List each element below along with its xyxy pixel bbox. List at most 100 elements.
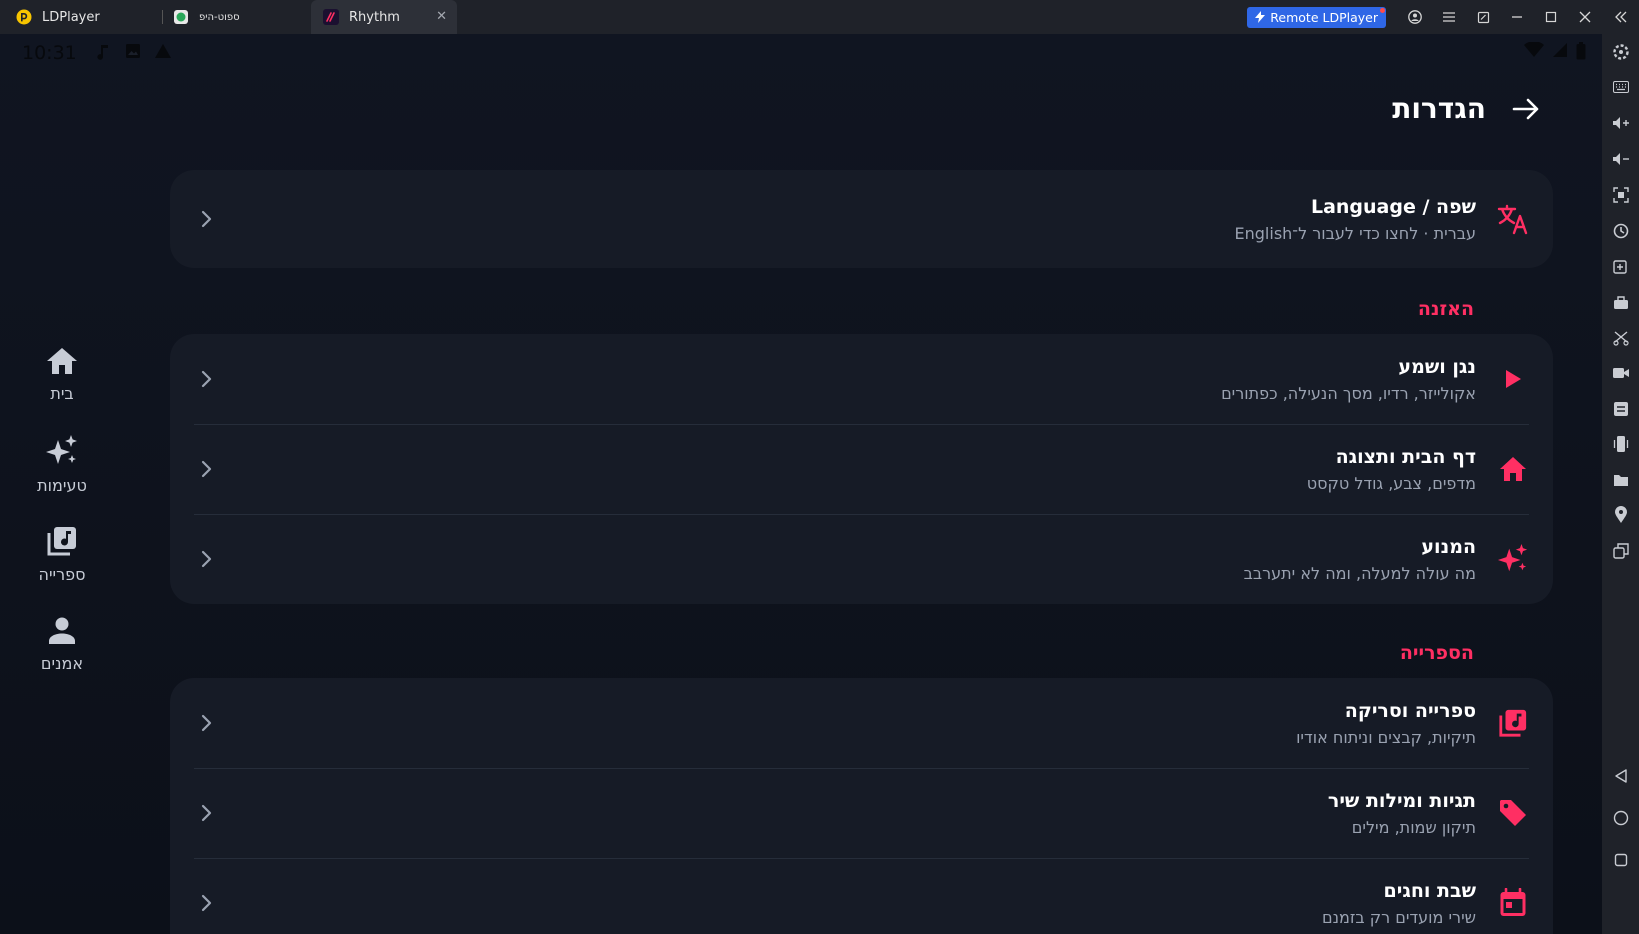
apk-icon[interactable] (1611, 292, 1631, 312)
settings-gear-icon[interactable] (1611, 42, 1631, 62)
language-text: שפה / Language עברית · לחצו כדי לעבור ל־… (1235, 196, 1476, 243)
person-icon (49, 617, 75, 644)
row-text: נגן ושמע אקולייזר, רדיו, מסך הנעילה, כפת… (1221, 356, 1476, 403)
android-screen: 10:31 הגדרות בית טעימות ספרייה אמנים שפה… (0, 34, 1602, 934)
settings-row-engine[interactable]: המנוע מה עולה למעלה, ומה לא יתערבב (170, 514, 1553, 604)
remote-ldplayer-button[interactable]: Remote LDPlayer (1247, 6, 1386, 28)
settings-row-tags-lyrics[interactable]: תגיות ומילות שיר תיקון שמות, מילים (170, 768, 1553, 858)
folder-icon[interactable] (1611, 470, 1631, 490)
nav-item-home[interactable]: בית (0, 329, 124, 419)
settings-row-library-scan[interactable]: ספרייה וסריקה תיקיות, קבצים וניתוח אודיו (170, 678, 1553, 768)
translate-icon (1497, 203, 1529, 235)
scissors-icon[interactable] (1611, 328, 1631, 348)
row-text: דף הבית ותצוגה מדפים, צבע, גודל טקסט (1307, 446, 1476, 493)
restore-window-icon[interactable] (1466, 0, 1500, 34)
chevron-icon (201, 894, 212, 912)
navigation-rail: בית טעימות ספרייה אמנים (0, 329, 124, 689)
lightning-icon (1255, 11, 1266, 23)
status-bar: 10:31 (0, 34, 1602, 72)
library-card: ספרייה וסריקה תיקיות, קבצים וניתוח אודיו… (170, 678, 1553, 934)
minimize-icon[interactable] (1500, 0, 1534, 34)
language-row[interactable]: שפה / Language עברית · לחצו כדי לעבור ל־… (170, 170, 1553, 268)
row-title: ספרייה וסריקה (1344, 700, 1476, 722)
android-home-icon[interactable] (1611, 808, 1631, 828)
shake-icon[interactable] (1611, 434, 1631, 454)
row-text: תגיות ומילות שיר תיקון שמות, מילים (1328, 790, 1476, 837)
nav-item-library[interactable]: ספרייה (0, 509, 124, 599)
play-icon (1497, 363, 1529, 395)
nav-label: בית (50, 383, 74, 403)
screenshot-icon[interactable] (1611, 185, 1631, 205)
wifi-icon (1524, 42, 1544, 57)
settings-row-home-display[interactable]: דף הבית ותצוגה מדפים, צבע, גודל טקסט (170, 424, 1553, 514)
location-icon[interactable] (1611, 505, 1631, 525)
ldplayer-logo-icon (16, 9, 32, 25)
tab-ldplayer[interactable]: LDPlayer (0, 0, 160, 34)
android-back-icon[interactable] (1611, 766, 1631, 786)
music-note-icon (97, 45, 108, 60)
remote-button-label: Remote LDPlayer (1270, 9, 1378, 25)
calendar-icon (1497, 887, 1529, 919)
row-title: תגיות ומילות שיר (1327, 790, 1476, 812)
keyboard-icon[interactable] (1611, 77, 1631, 97)
chevron-icon (201, 714, 212, 732)
nav-item-artists[interactable]: אמנים (0, 599, 124, 689)
emulator-toolbar (1602, 34, 1639, 934)
row-subtitle: תיקון שמות, מילים (1351, 818, 1476, 837)
chevron-icon (201, 460, 212, 478)
listening-card: נגן ושמע אקולייזר, רדיו, מסך הנעילה, כפת… (170, 334, 1553, 604)
tab-label: Rhythm (349, 9, 400, 25)
maximize-icon[interactable] (1534, 0, 1568, 34)
collapse-sidebar-icon[interactable] (1602, 0, 1639, 34)
settings-row-shabbat-holidays[interactable]: שבת וחגים שירי מועדים רק בזמנם (170, 858, 1553, 934)
section-title-listening: האזנה (1417, 298, 1474, 320)
library-music-icon (1497, 707, 1529, 739)
volume-down-icon[interactable] (1611, 149, 1631, 169)
row-title: נגן ושמע (1398, 356, 1476, 378)
row-text: שבת וחגים שירי מועדים רק בזמנם (1322, 880, 1476, 927)
row-subtitle: מה עולה למעלה, ומה לא יתערבב (1243, 564, 1476, 583)
signal-icon (1553, 43, 1567, 57)
rhythm-app-icon (323, 9, 339, 25)
page-title: הגדרות (1392, 92, 1486, 125)
close-window-icon[interactable] (1568, 0, 1602, 34)
battery-icon (1576, 42, 1586, 60)
row-title: המנוע (1421, 536, 1476, 558)
menu-icon[interactable] (1432, 0, 1466, 34)
tab-rhythm[interactable]: Rhythm ✕ (311, 0, 457, 34)
warning-icon (155, 44, 171, 58)
home-icon (1497, 453, 1529, 485)
library-music-icon (47, 526, 76, 555)
multi-instance-icon[interactable] (1611, 541, 1631, 561)
volume-up-icon[interactable] (1611, 113, 1631, 133)
add-window-icon[interactable] (1611, 256, 1631, 276)
back-arrow-icon[interactable] (1510, 93, 1542, 125)
android-recents-icon[interactable] (1611, 850, 1631, 870)
sync-icon[interactable] (1611, 221, 1631, 241)
row-title: שבת וחגים (1383, 880, 1476, 902)
chevron-icon (201, 210, 212, 228)
account-icon[interactable] (1398, 0, 1432, 34)
nav-item-samples[interactable]: טעימות (0, 419, 124, 509)
nav-label: אמנים (40, 653, 84, 673)
tag-icon (1497, 797, 1529, 829)
app-thumbnail-icon (173, 9, 189, 25)
tab-label: LDPlayer (42, 9, 100, 25)
nav-label: ספרייה (38, 564, 86, 584)
language-card: שפה / Language עברית · לחצו כדי לעבור ל־… (170, 170, 1553, 268)
tab-spotify[interactable]: ספוט-היפ (163, 0, 311, 34)
status-time: 10:31 (22, 42, 77, 64)
settings-header: הגדרות (1392, 92, 1542, 125)
row-subtitle: אקולייזר, רדיו, מסך הנעילה, כפתורים (1221, 384, 1476, 403)
row-text: ספרייה וסריקה תיקיות, קבצים וניתוח אודיו (1296, 700, 1476, 747)
row-title: דף הבית ותצוגה (1335, 446, 1476, 468)
row-subtitle: תיקיות, קבצים וניתוח אודיו (1296, 728, 1476, 747)
emulator-titlebar: LDPlayer ספוט-היפ Rhythm ✕ Remote LDPlay… (0, 0, 1639, 34)
chevron-icon (201, 804, 212, 822)
notification-dot (1380, 7, 1385, 13)
record-video-icon[interactable] (1611, 363, 1631, 383)
operation-record-icon[interactable] (1611, 399, 1631, 419)
close-tab-icon[interactable]: ✕ (436, 9, 447, 24)
row-text: המנוע מה עולה למעלה, ומה לא יתערבב (1244, 536, 1476, 583)
settings-row-player[interactable]: נגן ושמע אקולייזר, רדיו, מסך הנעילה, כפת… (170, 334, 1553, 424)
